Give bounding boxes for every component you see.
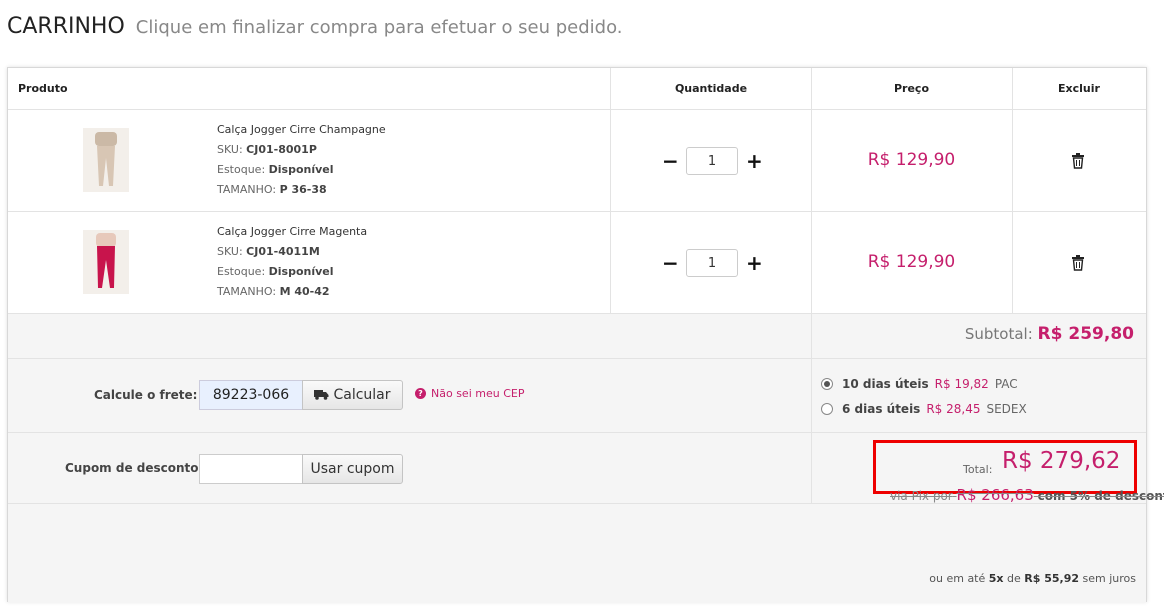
unknown-cep-link[interactable]: ? Não sei meu CEP <box>415 387 524 400</box>
product-name[interactable]: Calça Jogger Cirre Champagne <box>217 120 386 140</box>
subtotal-label: Subtotal: <box>964 325 1033 343</box>
coupon-label: Cupom de desconto: <box>65 461 204 475</box>
shipping-price: R$ 19,82 <box>934 377 989 391</box>
installments-value: R$ 55,92 <box>1024 572 1080 585</box>
trash-icon[interactable] <box>1071 255 1085 271</box>
unknown-cep-label: Não sei meu CEP <box>431 387 525 400</box>
product-info: Calça Jogger Cirre Champagne SKU: CJ01-8… <box>217 120 386 200</box>
radio-unselected[interactable] <box>821 403 833 415</box>
radio-selected[interactable] <box>821 378 833 390</box>
sku-label: SKU: <box>217 245 243 258</box>
shipping-days: 6 dias úteis <box>842 402 921 416</box>
header-price: Preço <box>893 82 930 95</box>
increase-quantity-button[interactable]: + <box>746 253 763 273</box>
pix-value: R$ 266,63 <box>956 486 1034 504</box>
size-label: TAMANHO: <box>217 285 277 298</box>
size-value: P 36-38 <box>279 183 327 196</box>
decrease-quantity-button[interactable]: − <box>662 253 679 273</box>
increase-quantity-button[interactable]: + <box>746 151 763 171</box>
calculate-label: Calcular <box>333 387 391 403</box>
shipping-price: R$ 28,45 <box>926 402 981 416</box>
page-heading: CARRINHO Clique em finalizar compra para… <box>7 14 623 39</box>
quantity-stepper: − 1 + <box>662 248 763 278</box>
shipping-option-sedex[interactable]: 6 dias úteis R$ 28,45 SEDEX <box>821 402 1027 416</box>
item-price: R$ 129,90 <box>867 150 956 170</box>
stock-value: Disponível <box>268 163 334 176</box>
shipping-days: 10 dias úteis <box>842 377 929 391</box>
question-icon: ? <box>415 388 426 399</box>
quantity-input[interactable]: 1 <box>686 147 738 175</box>
pix-suffix: com 5% de desconto <box>1037 489 1164 503</box>
product-image-magenta[interactable] <box>83 230 129 294</box>
product-image-champagne[interactable] <box>83 128 129 192</box>
cart-table: Produto Quantidade Preço Excluir Calça J… <box>7 67 1147 603</box>
trash-icon[interactable] <box>1071 153 1085 169</box>
quantity-input[interactable]: 1 <box>686 249 738 277</box>
installments-suffix: sem juros <box>1082 572 1136 585</box>
decrease-quantity-button[interactable]: − <box>662 151 679 171</box>
shipping-label: Calcule o frete: <box>94 388 198 402</box>
installments-prefix: ou em até <box>929 572 986 585</box>
calculate-shipping-button[interactable]: Calcular <box>302 380 403 410</box>
product-info: Calça Jogger Cirre Magenta SKU: CJ01-401… <box>217 222 367 302</box>
header-product: Produto <box>18 82 68 95</box>
installments: ou em até 5x de R$ 55,92 sem juros <box>929 572 1136 585</box>
product-name[interactable]: Calça Jogger Cirre Magenta <box>217 222 367 242</box>
stock-label: Estoque: <box>217 163 266 176</box>
sku-label: SKU: <box>217 143 243 156</box>
installments-count: 5x <box>988 572 1004 585</box>
cart-item: Calça Jogger Cirre Champagne SKU: CJ01-8… <box>8 110 1146 211</box>
stock-label: Estoque: <box>217 265 266 278</box>
sku-value: CJ01-8001P <box>246 143 317 156</box>
sku-value: CJ01-4011M <box>246 245 320 258</box>
installments-mid: de <box>1007 572 1021 585</box>
quantity-stepper: − 1 + <box>662 146 763 176</box>
truck-icon <box>314 390 329 400</box>
size-label: TAMANHO: <box>217 183 277 196</box>
shipping-carrier: PAC <box>994 377 1018 391</box>
stock-value: Disponível <box>268 265 334 278</box>
subtotal-value: R$ 259,80 <box>1037 324 1134 344</box>
size-value: M 40-42 <box>279 285 330 298</box>
pix-discount: via Pix por R$ 266,63 com 5% de desconto <box>890 486 1164 504</box>
header-quantity: Quantidade <box>674 82 748 95</box>
total-label: Total: <box>963 463 993 476</box>
pix-prefix: via Pix por <box>890 489 953 503</box>
page-subtitle: Clique em finalizar compra para efetuar … <box>135 17 623 38</box>
shipping-option-pac[interactable]: 10 dias úteis R$ 19,82 PAC <box>821 377 1018 391</box>
apply-coupon-button[interactable]: Usar cupom <box>302 454 403 484</box>
total-value: R$ 279,62 <box>1002 448 1121 474</box>
page-title: CARRINHO <box>7 14 125 39</box>
subtotal: Subtotal: R$ 259,80 <box>965 324 1134 344</box>
cep-input[interactable]: 89223-066 <box>199 380 303 410</box>
coupon-input[interactable] <box>199 454 303 484</box>
shipping-carrier: SEDEX <box>986 402 1027 416</box>
item-price: R$ 129,90 <box>867 252 956 272</box>
cart-item: Calça Jogger Cirre Magenta SKU: CJ01-401… <box>8 212 1146 313</box>
header-remove: Excluir <box>1058 82 1100 95</box>
